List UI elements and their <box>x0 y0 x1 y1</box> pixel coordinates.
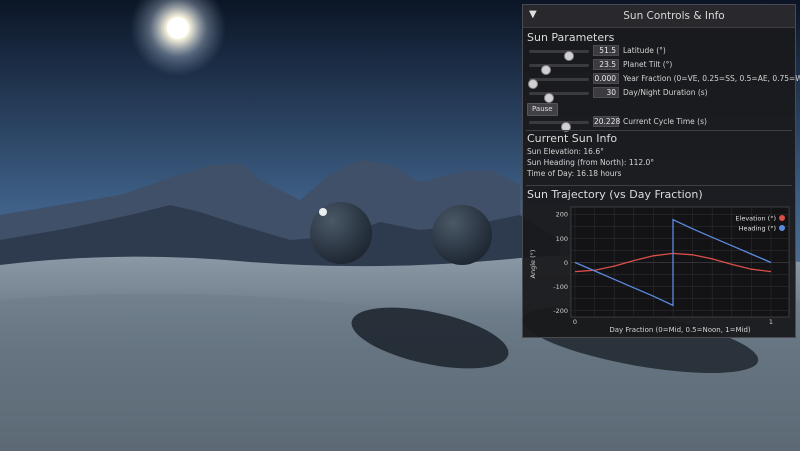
latitude-row: 51.5 Latitude (°) <box>527 45 793 61</box>
cycle-time-slider[interactable] <box>529 121 589 132</box>
planet-tilt-value[interactable]: 23.5 <box>593 59 619 70</box>
latitude-value[interactable]: 51.5 <box>593 45 619 56</box>
cycle-time-value[interactable]: 20.228 <box>593 116 620 127</box>
legend-label: Elevation (°) <box>735 214 776 222</box>
panel-titlebar[interactable]: ▼ Sun Controls & Info <box>523 5 795 28</box>
y-axis-label: Angle (°) <box>529 250 537 279</box>
x-tick-label: 0 <box>573 318 577 326</box>
x-axis-label: Day Fraction (0=Mid, 0.5=Noon, 1=Mid) <box>609 326 751 334</box>
time-of-day-text: Time of Day: 16.18 hours <box>527 169 622 178</box>
legend-toggle[interactable] <box>779 215 785 221</box>
y-tick-label: 200 <box>556 211 568 219</box>
latitude-label: Latitude (°) <box>623 46 666 55</box>
cycle-time-label: Current Cycle Time (s) <box>623 117 707 126</box>
panel-title: Sun Controls & Info <box>623 10 725 22</box>
planet-tilt-row: 23.5 Planet Tilt (°) <box>527 59 793 75</box>
day-night-duration-slider-knob[interactable] <box>543 93 554 103</box>
latitude-slider[interactable] <box>529 50 589 61</box>
y-axis-ticks: 200 100 0 -100 -200 <box>553 211 568 315</box>
day-night-duration-row: 30 Day/Night Duration (s) <box>527 87 793 103</box>
sun-controls-panel[interactable]: ▼ Sun Controls & Info Sun Parameters 51.… <box>522 4 800 338</box>
x-axis-ticks: 01 <box>573 318 773 326</box>
sun-heading-text: Sun Heading (from North): 112.0° <box>527 158 655 167</box>
y-tick-label: -200 <box>553 307 568 315</box>
sun-parameters-heading: Sun Parameters <box>527 31 615 44</box>
day-night-duration-value[interactable]: 30 <box>593 87 619 98</box>
planet-tilt-slider[interactable] <box>529 64 589 75</box>
pause-button[interactable]: Pause <box>527 103 558 116</box>
sphere-right <box>432 205 492 265</box>
chart-title: Sun Trajectory (vs Day Fraction) <box>527 188 703 201</box>
day-night-duration-slider[interactable] <box>529 92 589 103</box>
cycle-time-row: 20.228 Current Cycle Time (s) <box>527 116 793 132</box>
day-night-duration-label: Day/Night Duration (s) <box>623 88 708 97</box>
year-fraction-row: 0.000 Year Fraction (0=VE, 0.25=SS, 0.5=… <box>527 73 800 89</box>
legend-toggle[interactable] <box>779 225 785 231</box>
year-fraction-label: Year Fraction (0=VE, 0.25=SS, 0.5=AE, 0.… <box>623 74 800 83</box>
year-fraction-value[interactable]: 0.000 <box>593 73 619 84</box>
divider <box>526 185 792 186</box>
divider <box>526 130 792 131</box>
current-sun-info-heading: Current Sun Info <box>527 132 618 145</box>
year-fraction-slider[interactable] <box>528 78 589 89</box>
y-tick-label: 100 <box>556 235 568 243</box>
y-tick-label: -100 <box>553 283 568 291</box>
legend-label: Heading (°) <box>739 224 776 232</box>
y-tick-label: 0 <box>564 259 568 267</box>
planet-tilt-label: Planet Tilt (°) <box>623 60 673 69</box>
x-tick-label: 1 <box>769 318 773 326</box>
sun-elevation-text: Sun Elevation: 16.6° <box>527 147 604 156</box>
sun-trajectory-chart: 2001000-100-200 01 Angle (°) Day Fractio… <box>529 206 790 334</box>
